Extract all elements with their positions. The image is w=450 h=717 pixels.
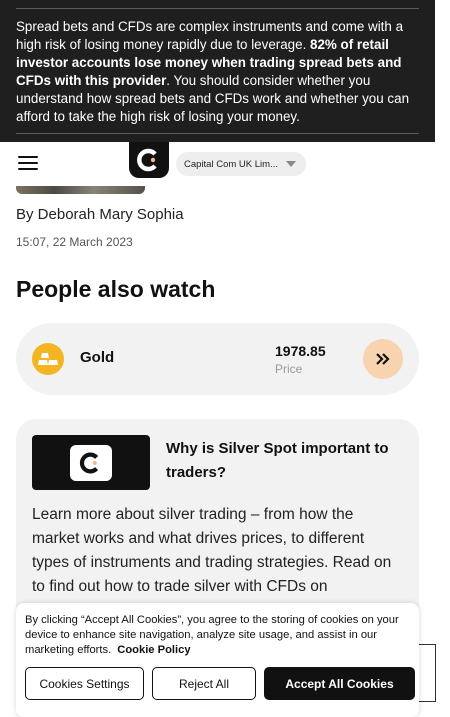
cookie-consent-text: By clicking “Accept All Cookies”, you ag… (25, 613, 410, 658)
menu-icon[interactable] (18, 156, 38, 172)
article-card-thumbnail (32, 435, 150, 490)
entity-selector[interactable]: Capital Com UK Lim... (176, 152, 306, 176)
article-author: By Deborah Mary Sophia (16, 206, 184, 223)
article-date: 15:07, 22 March 2023 (16, 235, 133, 249)
gold-bars-icon (32, 343, 64, 375)
risk-warning-banner: Spread bets and CFDs are complex instrum… (0, 0, 435, 142)
reject-all-button[interactable]: Reject All (152, 667, 256, 700)
entity-selector-label: Capital Com UK Lim... (184, 158, 278, 170)
capital-com-logo[interactable] (129, 142, 169, 178)
risk-warning-text: Spread bets and CFDs are complex instrum… (16, 9, 419, 126)
asset-card-gold[interactable]: Gold 1978.85 Price (16, 323, 419, 395)
banner-divider-bottom (16, 133, 419, 134)
asset-name: Gold (80, 349, 115, 366)
cookie-settings-button[interactable]: Cookies Settings (25, 667, 144, 700)
article-hero-image (16, 186, 145, 194)
article-card-title[interactable]: Why is Silver Spot important to traders? (166, 437, 406, 485)
capital-com-logo-icon (70, 444, 112, 481)
logo-mark-icon (137, 148, 157, 172)
double-chevron-right-icon (376, 353, 390, 365)
cookie-button-group: Cookies Settings Reject All Accept All C… (25, 667, 415, 700)
asset-price: 1978.85 (275, 343, 326, 359)
accept-all-cookies-button[interactable]: Accept All Cookies (264, 667, 415, 700)
cookie-consent-banner: By clicking “Accept All Cookies”, you ag… (16, 603, 419, 717)
chevron-down-icon (286, 161, 296, 167)
open-asset-button[interactable] (363, 339, 403, 379)
asset-price-label: Price (275, 362, 303, 376)
cookie-text-body: By clicking “Accept All Cookies”, you ag… (25, 614, 399, 656)
site-header: Capital Com UK Lim... (0, 142, 435, 186)
people-also-watch-title: People also watch (16, 276, 216, 302)
article-card-description: Learn more about silver trading – from h… (32, 506, 392, 595)
cookie-policy-link[interactable]: Cookie Policy (117, 644, 190, 656)
